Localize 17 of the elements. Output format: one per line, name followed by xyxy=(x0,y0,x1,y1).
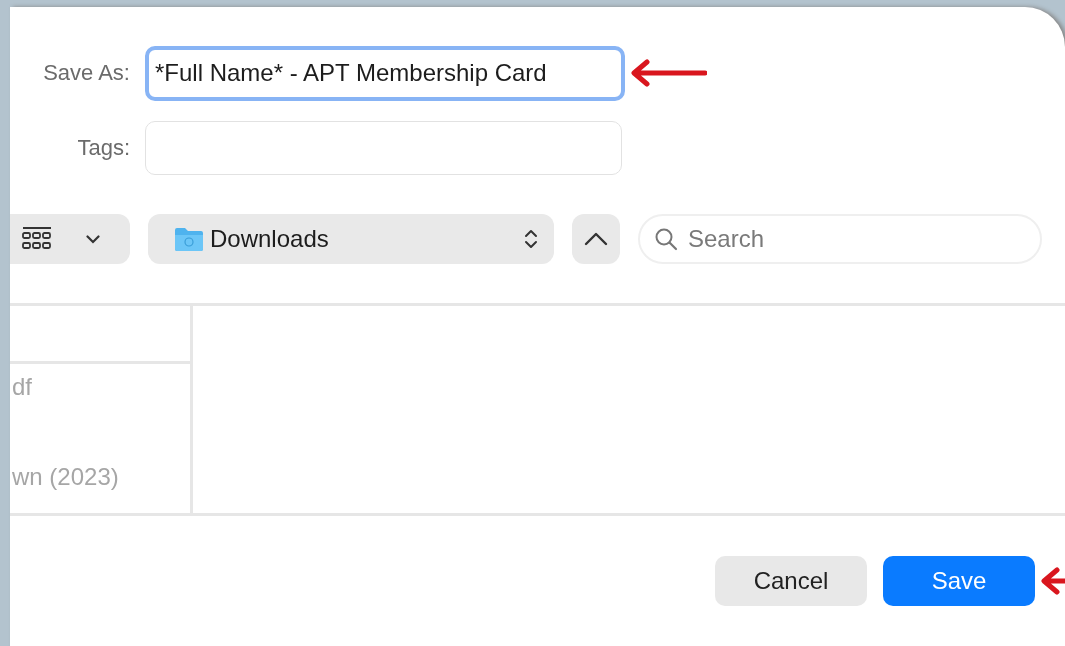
icon-view-icon xyxy=(22,226,52,252)
tags-field[interactable] xyxy=(145,121,622,175)
annotation-arrow xyxy=(1039,566,1065,596)
chevron-down-icon xyxy=(86,234,100,244)
folder-icon xyxy=(174,226,204,252)
search-field[interactable]: Search xyxy=(638,214,1042,264)
tags-label: Tags: xyxy=(76,135,130,161)
up-down-chevron-icon xyxy=(524,228,538,250)
save-button[interactable]: Save xyxy=(883,556,1035,606)
chevron-up-icon xyxy=(584,232,608,246)
search-icon xyxy=(654,227,678,251)
up-button[interactable] xyxy=(572,214,620,264)
view-mode-button[interactable] xyxy=(10,214,130,264)
save-as-label: Save As: xyxy=(42,60,130,86)
cancel-button[interactable]: Cancel xyxy=(715,556,867,606)
file-name-field[interactable]: *Full Name* - APT Membership Card xyxy=(145,45,625,101)
location-popup[interactable]: Downloads xyxy=(148,214,554,264)
